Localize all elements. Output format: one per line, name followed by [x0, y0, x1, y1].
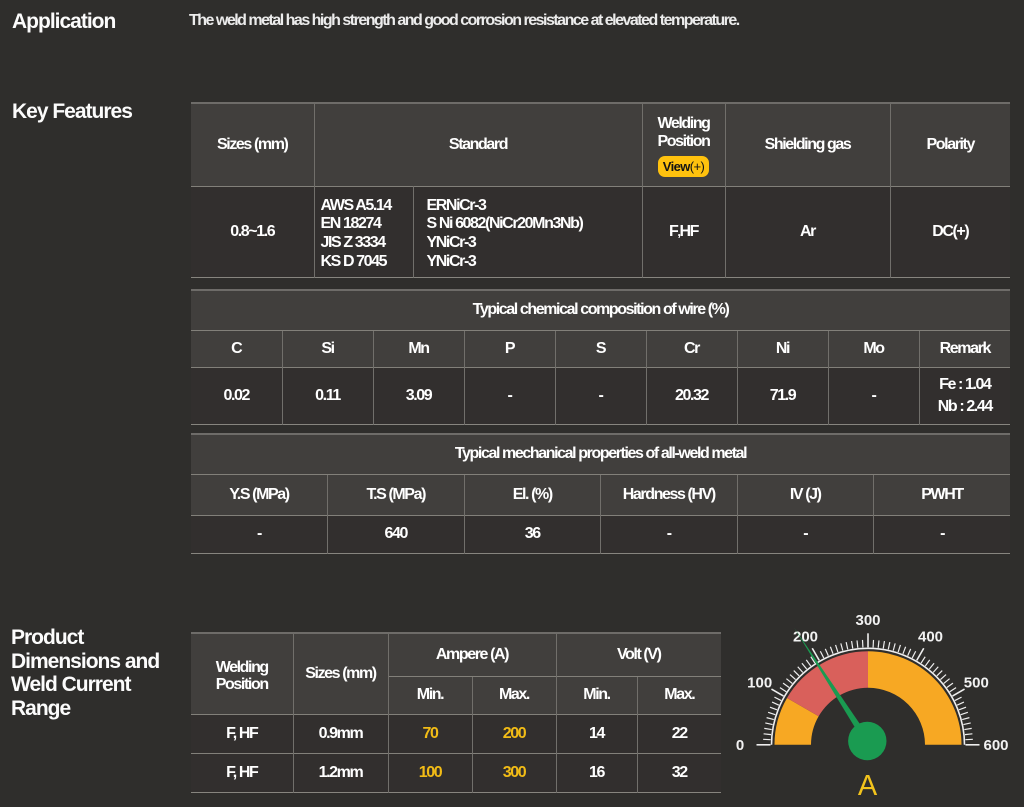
svg-text:100: 100: [747, 674, 772, 691]
svg-text:A: A: [858, 770, 878, 802]
svg-text:500: 500: [964, 674, 989, 691]
svg-text:400: 400: [918, 629, 943, 646]
svg-text:200: 200: [793, 629, 818, 646]
svg-text:0: 0: [736, 737, 744, 754]
svg-text:300: 300: [855, 612, 880, 629]
svg-text:600: 600: [983, 737, 1008, 754]
